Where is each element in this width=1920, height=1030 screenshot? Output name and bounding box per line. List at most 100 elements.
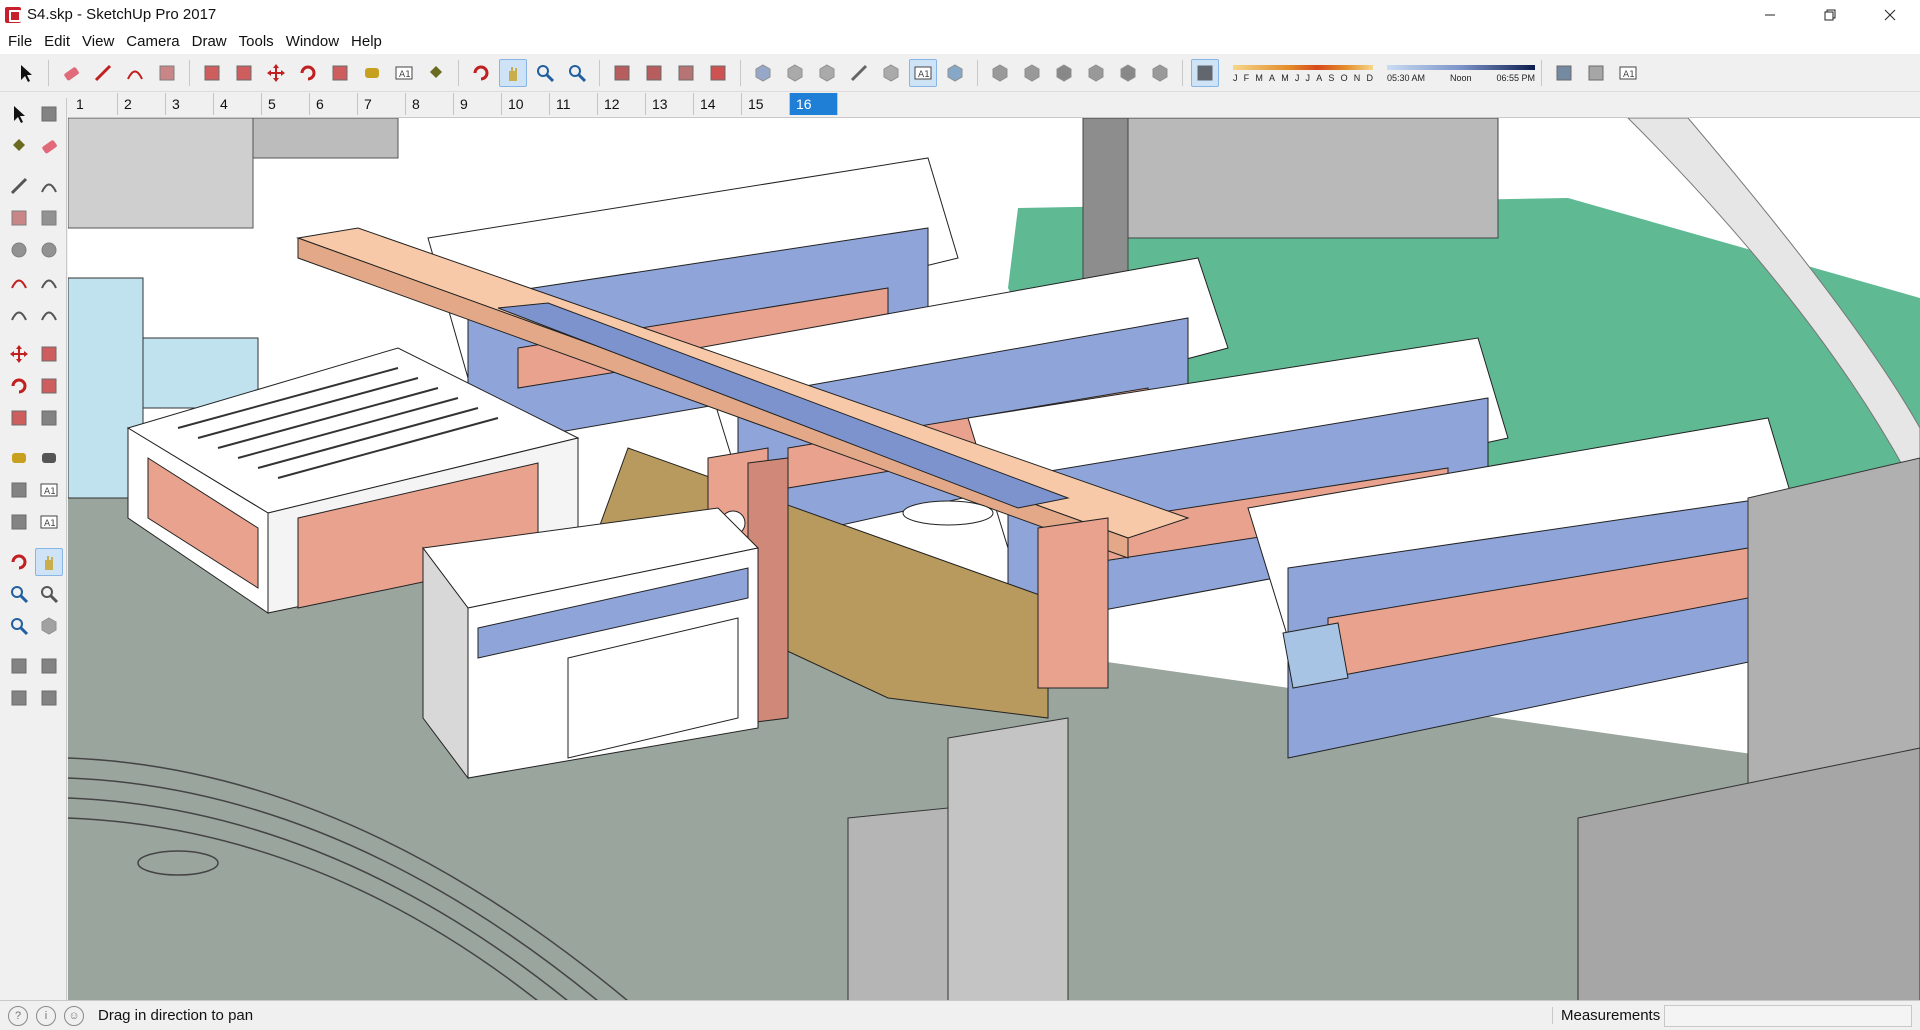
push-pull-tool-button[interactable] (36, 340, 64, 368)
orbit-button[interactable] (467, 59, 495, 87)
toggle-terrain-button[interactable] (1582, 59, 1610, 87)
xray-button[interactable] (749, 59, 777, 87)
time-slider[interactable]: 05:30 AM Noon 06:55 PM (1387, 59, 1535, 87)
move-tool-button[interactable] (5, 340, 33, 368)
select-arrow-tool-button[interactable] (5, 100, 33, 128)
scene-tab-8[interactable]: 8 (406, 93, 454, 115)
rectangle-tool-button[interactable] (5, 204, 33, 232)
close-button[interactable] (1860, 0, 1920, 29)
top-view-button[interactable] (1018, 59, 1046, 87)
push-pull-button[interactable] (198, 59, 226, 87)
scene-tab-4[interactable]: 4 (214, 93, 262, 115)
axes-tool-button[interactable] (5, 508, 33, 536)
follow-me-button[interactable] (230, 59, 258, 87)
hidden-line-button[interactable] (845, 59, 873, 87)
user-account-icon[interactable]: ☺ (64, 1005, 84, 1026)
scale-tool-button[interactable] (5, 404, 33, 432)
eraser-button[interactable] (57, 59, 85, 87)
scale-button[interactable] (326, 59, 354, 87)
back-edges-button[interactable] (781, 59, 809, 87)
select-arrow-button[interactable] (12, 59, 40, 87)
tape-measure-button[interactable] (358, 59, 386, 87)
menu-help[interactable]: Help (345, 29, 388, 54)
zoom-extents-button[interactable] (563, 59, 591, 87)
photo-textures-button[interactable]: A1 (1614, 59, 1642, 87)
restore-button[interactable] (1800, 0, 1860, 29)
previous-view-tool-button[interactable] (36, 612, 64, 640)
credits-icon[interactable]: i (36, 1005, 56, 1026)
right-view-button[interactable] (1082, 59, 1110, 87)
model-viewport[interactable] (68, 117, 1920, 1000)
component-tool-button[interactable] (36, 100, 64, 128)
pan-tool-button[interactable] (35, 548, 63, 576)
orbit-tool-button[interactable] (5, 548, 32, 576)
scene-tab-13[interactable]: 13 (646, 93, 694, 115)
monochrome-button[interactable] (941, 59, 969, 87)
walk-tool-button[interactable] (5, 684, 33, 712)
polygon-tool-button[interactable] (36, 236, 64, 264)
freehand-tool-button[interactable] (36, 172, 64, 200)
text-tool-button[interactable]: A1 (36, 476, 64, 504)
menu-view[interactable]: View (76, 29, 120, 54)
move-button[interactable] (262, 59, 290, 87)
scene-tab-9[interactable]: 9 (454, 93, 502, 115)
rotate-button[interactable] (294, 59, 322, 87)
scene-tab-12[interactable]: 12 (598, 93, 646, 115)
look-around-tool-button[interactable] (36, 652, 64, 680)
pan-button[interactable] (499, 58, 527, 87)
zoom-window-tool-button[interactable] (36, 580, 64, 608)
text-button[interactable]: A1 (390, 59, 418, 87)
zoom-button[interactable] (531, 59, 559, 87)
protractor-tool-button[interactable] (5, 476, 33, 504)
scene-tab-1[interactable]: 1 (70, 93, 118, 115)
layout-button[interactable] (672, 59, 700, 87)
scene-tab-5[interactable]: 5 (262, 93, 310, 115)
eraser-tool-button[interactable] (36, 132, 64, 160)
scene-tab-10[interactable]: 10 (502, 93, 550, 115)
scene-tab-7[interactable]: 7 (358, 93, 406, 115)
pencil-button[interactable] (89, 59, 117, 87)
scene-tab-14[interactable]: 14 (694, 93, 742, 115)
extension-warehouse-button[interactable] (640, 59, 668, 87)
add-location-button[interactable] (1550, 59, 1578, 87)
wireframe-button[interactable] (813, 59, 841, 87)
scene-tab-6[interactable]: 6 (310, 93, 358, 115)
arc-tool-button[interactable] (5, 268, 33, 296)
tape-measure-tool-button[interactable] (5, 444, 33, 472)
three-point-arc-tool-button[interactable] (36, 300, 64, 328)
menu-tools[interactable]: Tools (233, 29, 280, 54)
position-camera-tool-button[interactable] (5, 652, 33, 680)
month-slider[interactable]: JFMAMJJASOND (1233, 59, 1373, 87)
scene-tab-16[interactable]: 16 (790, 93, 838, 115)
3d-warehouse-button[interactable] (608, 59, 636, 87)
scene-tab-11[interactable]: 11 (550, 93, 598, 115)
scene-tab-2[interactable]: 2 (118, 93, 166, 115)
section-plane-tool-button[interactable] (36, 684, 64, 712)
scene-tab-3[interactable]: 3 (166, 93, 214, 115)
geo-location-icon[interactable]: ? (8, 1005, 28, 1026)
3d-text-tool-button[interactable]: A1 (36, 508, 64, 536)
dimension-tool-button[interactable] (36, 444, 64, 472)
shadows-toggle-button[interactable] (1191, 58, 1219, 87)
minimize-button[interactable] (1740, 0, 1800, 29)
measurements-input[interactable] (1664, 1005, 1912, 1027)
offset-tool-button[interactable] (36, 404, 64, 432)
left-view-button[interactable] (1146, 59, 1174, 87)
zoom-extents-tool-button[interactable] (5, 612, 33, 640)
rectangle-button[interactable] (153, 59, 181, 87)
zoom-tool-button[interactable] (5, 580, 33, 608)
menu-window[interactable]: Window (280, 29, 345, 54)
menu-camera[interactable]: Camera (120, 29, 185, 54)
arc-button[interactable] (121, 59, 149, 87)
iso-view-button[interactable] (986, 59, 1014, 87)
shaded-button[interactable] (877, 59, 905, 87)
paint-bucket-button[interactable] (422, 59, 450, 87)
circle-tool-button[interactable] (5, 236, 33, 264)
rotated-rectangle-tool-button[interactable] (36, 204, 64, 232)
follow-me-tool-button[interactable] (36, 372, 64, 400)
line-tool-button[interactable] (5, 172, 33, 200)
shaded-textures-button[interactable]: A1 (909, 58, 937, 87)
back-view-button[interactable] (1114, 59, 1142, 87)
two-point-arc-tool-button[interactable] (36, 268, 64, 296)
front-view-button[interactable] (1050, 59, 1078, 87)
